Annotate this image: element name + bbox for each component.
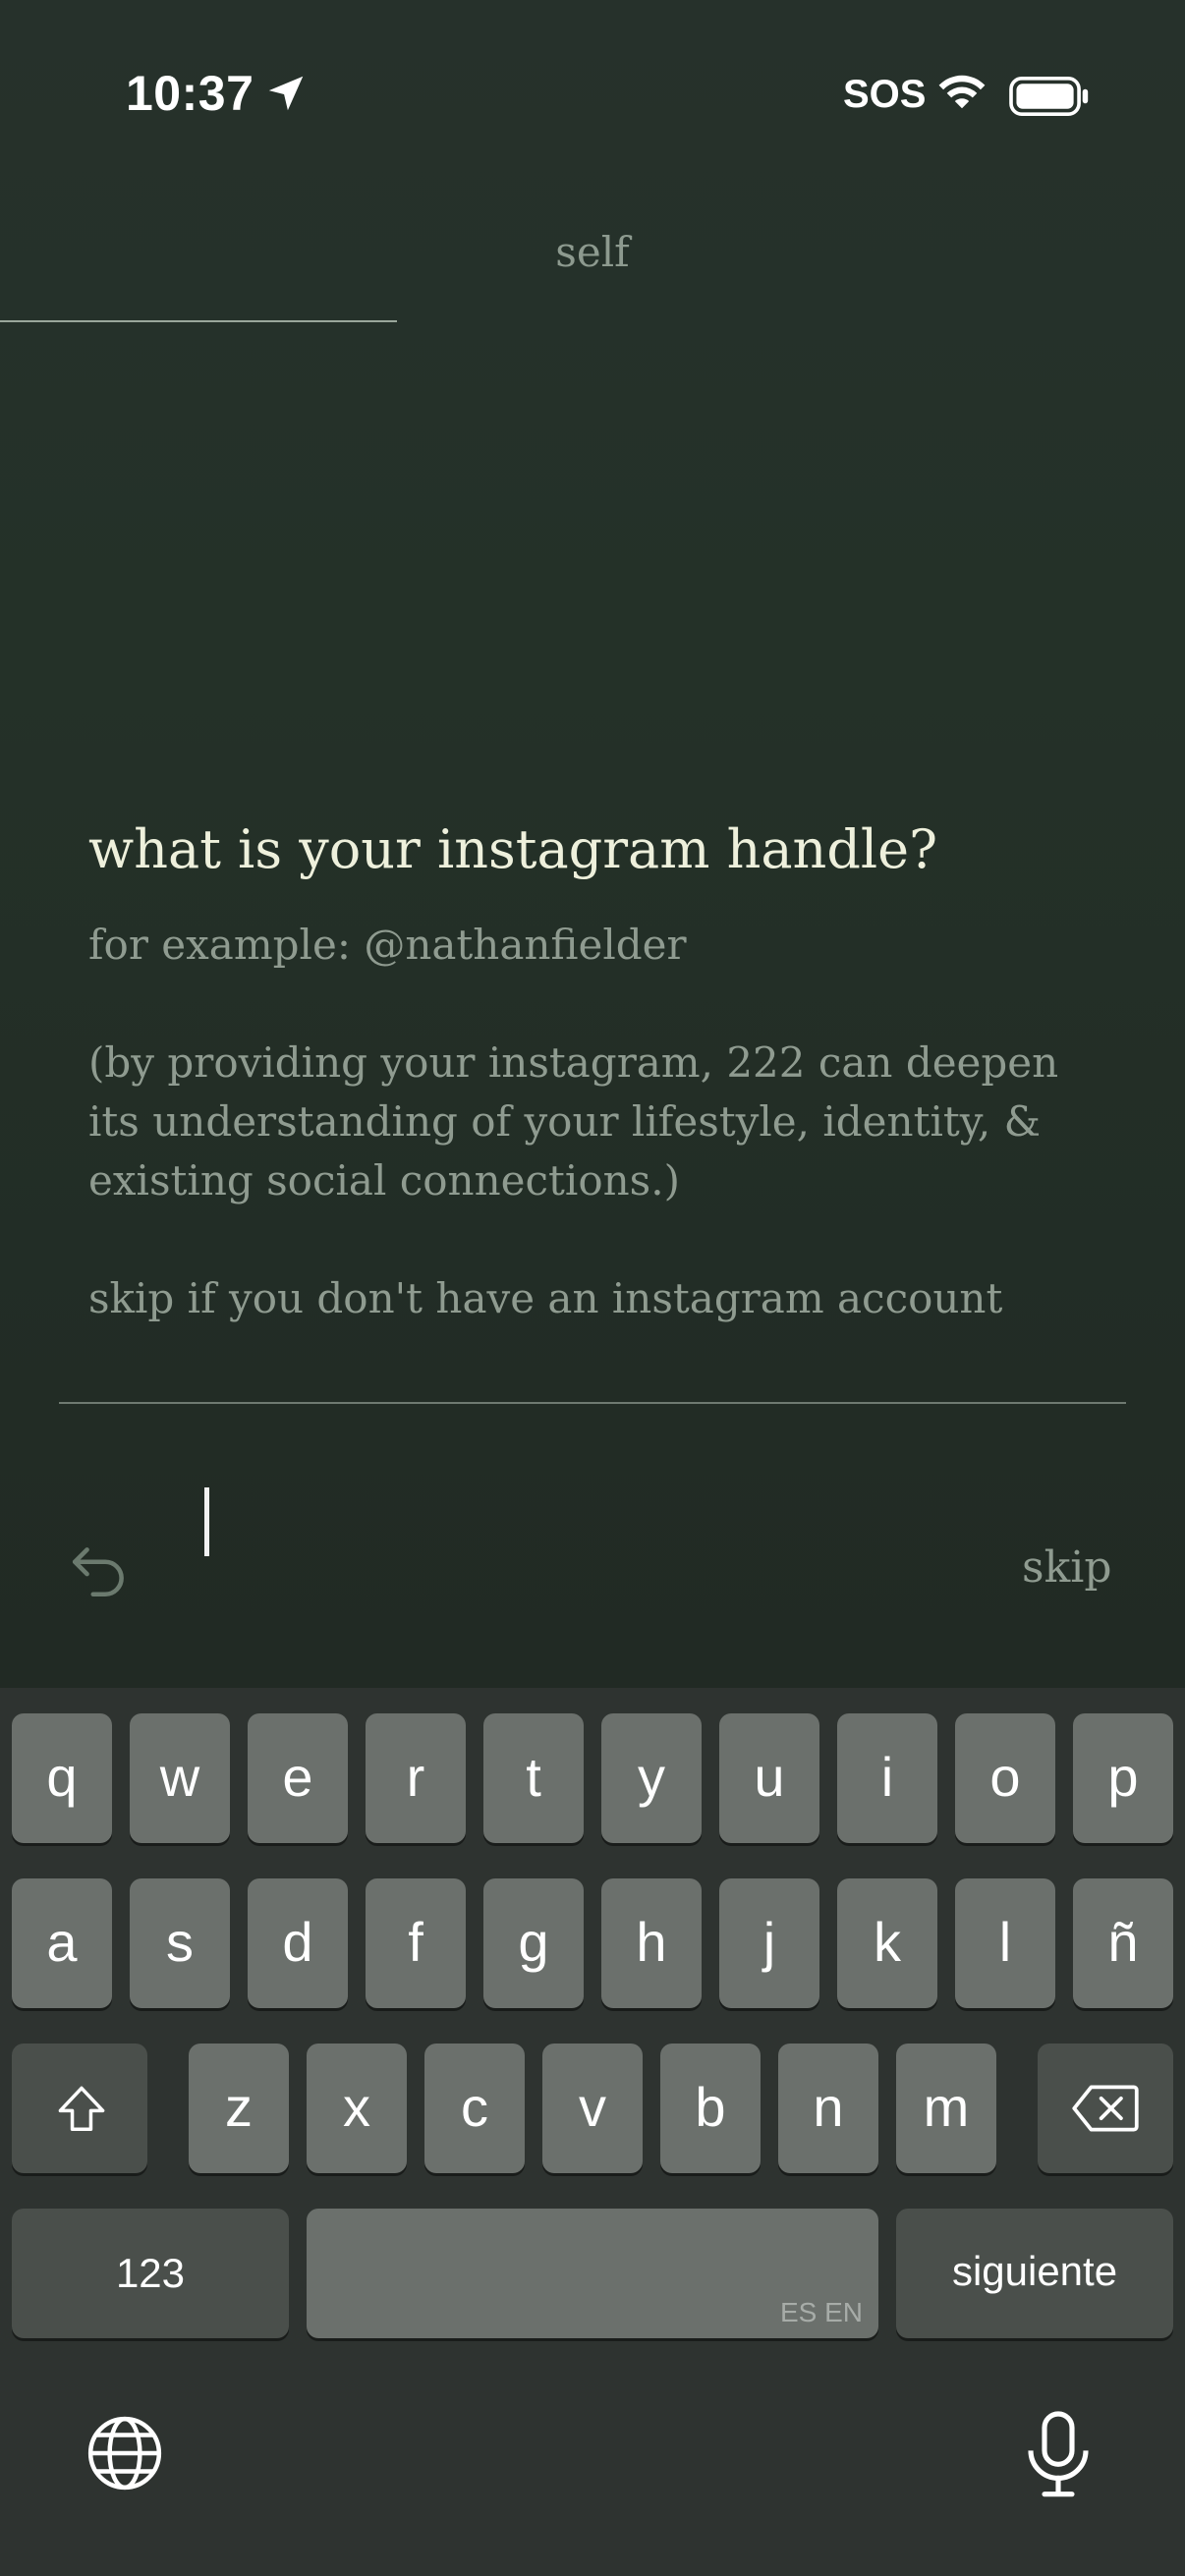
battery-icon bbox=[1009, 77, 1089, 116]
key-e[interactable]: e bbox=[248, 1713, 348, 1843]
key-z[interactable]: z bbox=[189, 2044, 289, 2173]
key-m[interactable]: m bbox=[896, 2044, 996, 2173]
skip-note: skip if you don't have an instagram acco… bbox=[88, 1274, 1003, 1322]
shift-icon bbox=[58, 2086, 105, 2132]
divider bbox=[59, 1402, 1126, 1404]
keyboard: q w e r t y u i o p a s d f g h j k l ñ … bbox=[0, 1688, 1185, 2576]
skip-button[interactable]: skip bbox=[1022, 1542, 1111, 1593]
key-d[interactable]: d bbox=[248, 1878, 348, 2008]
key-u[interactable]: u bbox=[719, 1713, 819, 1843]
key-h[interactable]: h bbox=[601, 1878, 702, 2008]
explanation-line: (by providing your instagram, 222 can de… bbox=[88, 1038, 1059, 1087]
return-key[interactable]: siguiente bbox=[896, 2209, 1173, 2338]
key-o[interactable]: o bbox=[955, 1713, 1055, 1843]
status-time: 10:37 bbox=[126, 66, 254, 121]
key-f[interactable]: f bbox=[366, 1878, 466, 2008]
key-r[interactable]: r bbox=[366, 1713, 466, 1843]
onboarding-screen: 10:37 SOS self what is your instagram ha… bbox=[0, 0, 1185, 1688]
status-sos: SOS bbox=[843, 73, 927, 116]
key-l[interactable]: l bbox=[955, 1878, 1055, 2008]
key-g[interactable]: g bbox=[483, 1878, 584, 2008]
text-cursor bbox=[204, 1487, 209, 1556]
key-n-tilde[interactable]: ñ bbox=[1073, 1878, 1173, 2008]
key-p[interactable]: p bbox=[1073, 1713, 1173, 1843]
key-k[interactable]: k bbox=[837, 1878, 937, 2008]
key-a[interactable]: a bbox=[12, 1878, 112, 2008]
explanation-line: existing social connections.) bbox=[88, 1156, 680, 1204]
numbers-key[interactable]: 123 bbox=[12, 2209, 289, 2338]
key-w[interactable]: w bbox=[130, 1713, 230, 1843]
key-y[interactable]: y bbox=[601, 1713, 702, 1843]
question-explanation: (by providing your instagram, 222 can de… bbox=[88, 1034, 1120, 1210]
explanation-line: its understanding of your lifestyle, ide… bbox=[88, 1097, 1041, 1146]
key-c[interactable]: c bbox=[424, 2044, 525, 2173]
space-language-label: ES EN bbox=[779, 2297, 863, 2327]
question-example: for example: @nathanfielder bbox=[88, 921, 687, 969]
key-i[interactable]: i bbox=[837, 1713, 937, 1843]
handle-input[interactable] bbox=[197, 1474, 983, 1572]
key-s[interactable]: s bbox=[130, 1878, 230, 2008]
globe-icon[interactable] bbox=[85, 2413, 165, 2493]
microphone-icon[interactable] bbox=[1024, 2409, 1093, 2501]
location-arrow-icon bbox=[268, 76, 304, 111]
key-x[interactable]: x bbox=[307, 2044, 407, 2173]
question-title: what is your instagram handle? bbox=[88, 818, 938, 880]
key-t[interactable]: t bbox=[483, 1713, 584, 1843]
progress-bar bbox=[0, 320, 397, 322]
key-j[interactable]: j bbox=[719, 1878, 819, 2008]
status-bar: 10:37 SOS bbox=[0, 0, 1185, 196]
undo-icon[interactable] bbox=[69, 1540, 134, 1599]
key-b[interactable]: b bbox=[660, 2044, 761, 2173]
shift-key[interactable] bbox=[12, 2044, 147, 2173]
page-title: self bbox=[555, 228, 630, 276]
key-q[interactable]: q bbox=[12, 1713, 112, 1843]
key-n[interactable]: n bbox=[778, 2044, 878, 2173]
delete-key[interactable] bbox=[1038, 2044, 1173, 2173]
wifi-icon bbox=[938, 75, 986, 109]
space-key[interactable]: ES EN bbox=[307, 2209, 878, 2338]
delete-icon bbox=[1072, 2085, 1139, 2132]
key-v[interactable]: v bbox=[542, 2044, 643, 2173]
